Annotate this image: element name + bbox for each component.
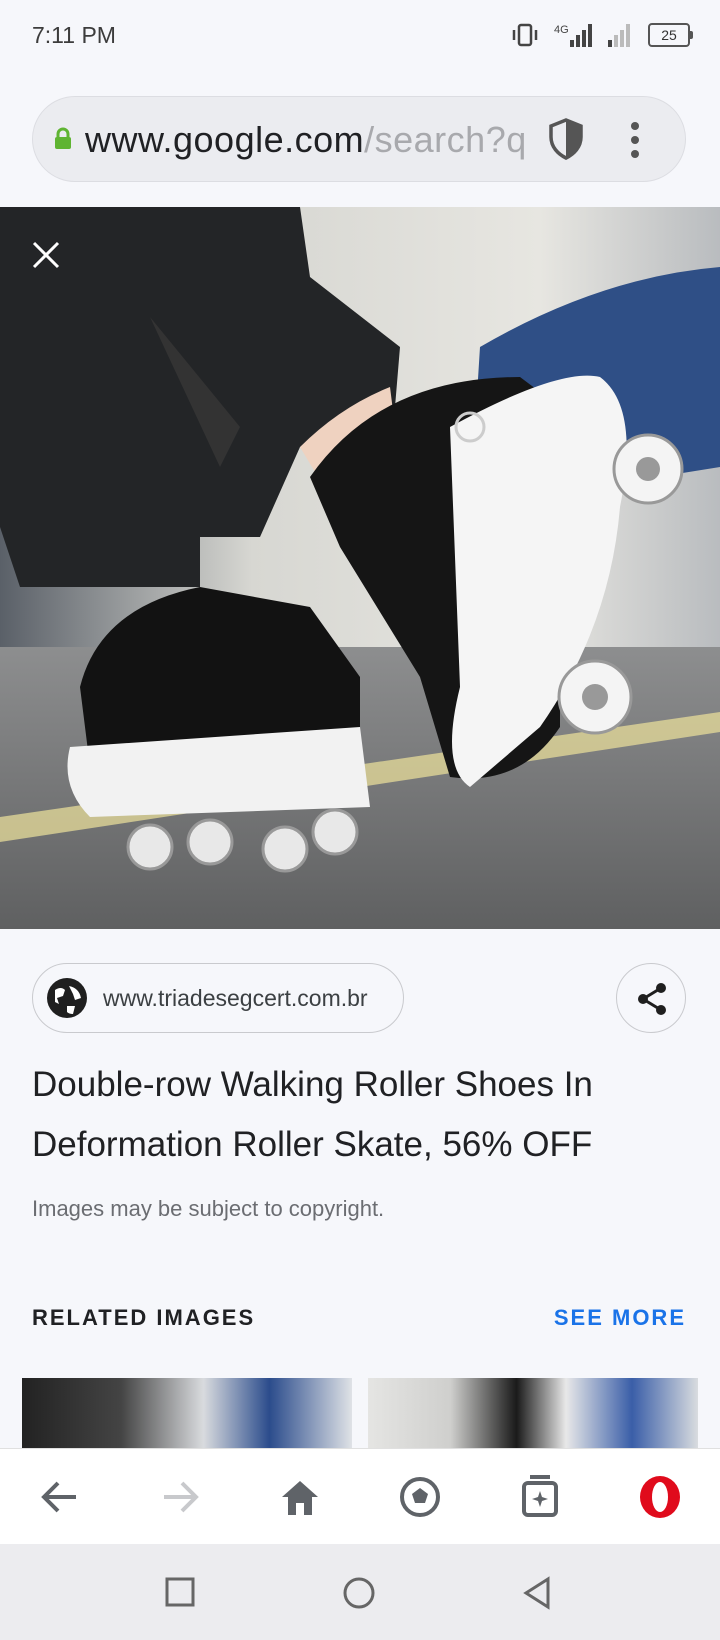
- opera-logo-icon: [640, 1476, 680, 1518]
- url-path: /search?q: [364, 119, 527, 160]
- close-icon[interactable]: [28, 237, 64, 273]
- back-arrow-icon: [41, 1481, 76, 1513]
- tabs-icon: [522, 1475, 558, 1517]
- recent-apps-icon[interactable]: [164, 1576, 196, 1608]
- status-bar: 7:11 PM 4G 25: [0, 0, 720, 72]
- signal-4g-icon: 4G: [554, 24, 592, 47]
- globe-icon: [47, 978, 87, 1018]
- home-button[interactable]: [276, 1473, 324, 1521]
- url-domain: www.google.com: [85, 119, 365, 160]
- source-link[interactable]: www.triadesegcert.com.br: [32, 963, 404, 1033]
- lock-icon: [55, 127, 71, 149]
- forward-button[interactable]: [156, 1473, 204, 1521]
- copyright-notice: Images may be subject to copyright.: [32, 1196, 385, 1221]
- address-bar[interactable]: www.google.com/search?q: [32, 96, 686, 182]
- vibrate-icon: [512, 23, 538, 47]
- overflow-menu-icon[interactable]: [629, 121, 641, 159]
- related-images-heading: RELATED IMAGES: [32, 1305, 256, 1330]
- discover-button[interactable]: [396, 1473, 444, 1521]
- share-icon: [638, 983, 666, 1015]
- tabs-button[interactable]: [516, 1473, 564, 1521]
- status-icons: 4G 25: [510, 22, 693, 48]
- network-label: 4G: [554, 24, 569, 36]
- soccer-ball-icon: [400, 1477, 440, 1517]
- source-domain: www.triadesegcert.com.br: [103, 985, 368, 1011]
- related-image-thumbnail[interactable]: [368, 1378, 698, 1448]
- see-more-link[interactable]: SEE MORE: [554, 1305, 686, 1331]
- related-image-thumbnail[interactable]: [22, 1378, 352, 1448]
- browser-bottom-bar: [0, 1448, 720, 1544]
- url-text[interactable]: www.google.com/search?q: [85, 117, 565, 163]
- battery-indicator: 25: [648, 23, 693, 47]
- forward-arrow-icon: [164, 1481, 199, 1513]
- home-circle-icon[interactable]: [342, 1576, 376, 1610]
- result-image[interactable]: [0, 207, 720, 929]
- opera-menu-button[interactable]: [636, 1473, 684, 1521]
- back-button[interactable]: [36, 1473, 84, 1521]
- signal-weak-icon: [608, 24, 630, 47]
- status-time: 7:11 PM: [32, 22, 116, 48]
- system-navigation-bar: [0, 1544, 720, 1640]
- result-title[interactable]: Double-row Walking Roller Shoes In Defor…: [32, 1055, 672, 1175]
- roller-shoes-photo: [0, 207, 720, 929]
- system-back-icon[interactable]: [522, 1576, 552, 1610]
- share-button[interactable]: [616, 963, 686, 1033]
- home-icon: [282, 1481, 318, 1515]
- shield-icon[interactable]: [547, 117, 585, 161]
